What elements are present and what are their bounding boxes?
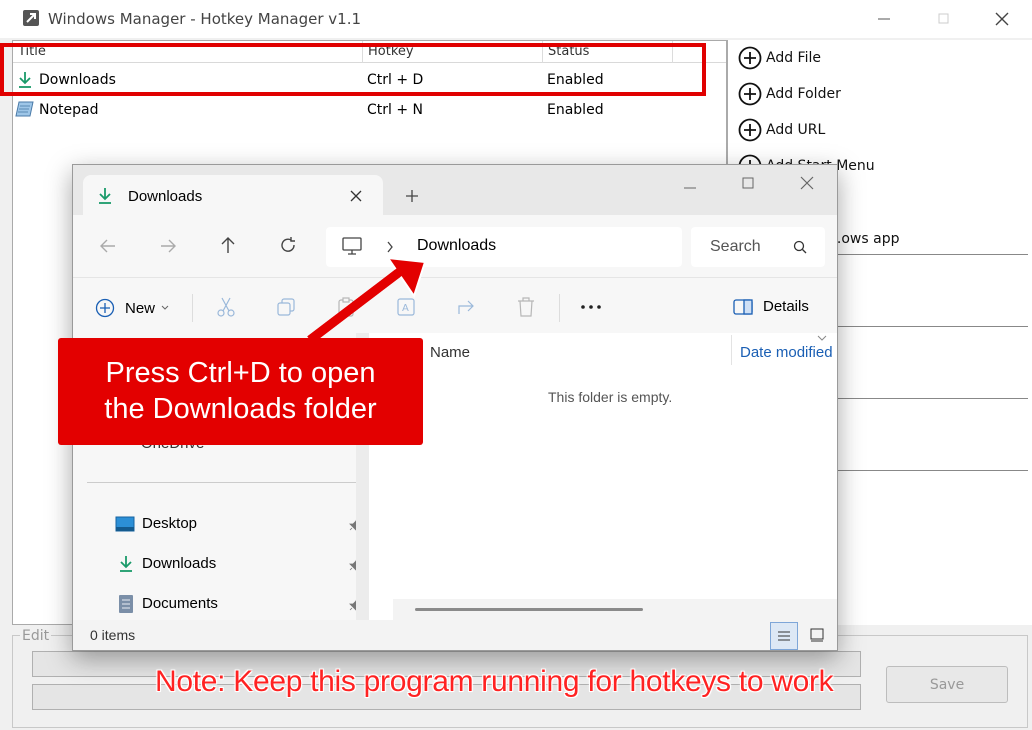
callout-box: Press Ctrl+D to open the Downloads folde… xyxy=(58,338,423,445)
callout-line-2: the Downloads folder xyxy=(104,393,377,425)
note-text: Note: Keep this program running for hotk… xyxy=(155,665,834,698)
callout-line-1: Press Ctrl+D to open xyxy=(105,357,376,389)
